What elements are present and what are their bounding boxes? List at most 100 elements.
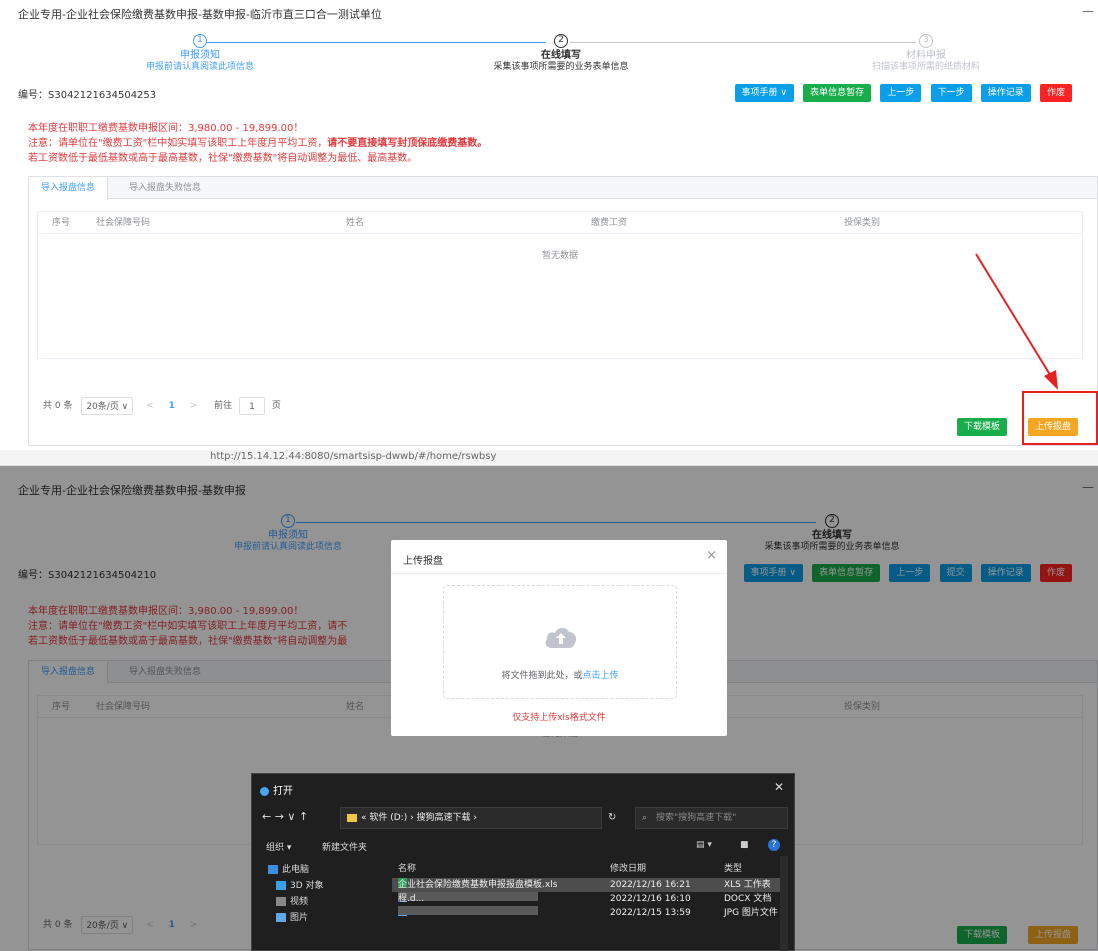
prev-step-button[interactable]: 上一步: [880, 84, 922, 102]
step-desc: 申报前请认真阅读此项信息: [145, 62, 254, 72]
view-options-icon[interactable]: ▤ ▾: [696, 840, 712, 850]
close-icon[interactable]: ×: [706, 548, 717, 563]
nav-pane: 此电脑 3D 对象 视频 图片: [252, 862, 380, 951]
page-size-select[interactable]: 20条/页 ∨: [81, 397, 134, 415]
column-header[interactable]: 类型: [724, 861, 742, 874]
nav-item-3d[interactable]: 3D 对象: [252, 878, 380, 894]
next-page-icon[interactable]: >: [190, 397, 198, 415]
redacted-name: [398, 906, 538, 915]
table-header: 序号 社会保障号码 姓名 缴费工资 投保类别: [38, 212, 1082, 234]
preview-pane-icon[interactable]: ■: [740, 840, 749, 850]
column-header: 姓名: [346, 218, 365, 228]
dropzone-text: 将文件拖到此处，或点击上传: [501, 671, 619, 681]
new-folder-button[interactable]: 新建文件夹: [322, 840, 367, 853]
upload-dropzone[interactable]: 将文件拖到此处，或点击上传: [443, 585, 677, 699]
dialog-title: 打开: [260, 782, 293, 797]
tab-import-failed[interactable]: 导入报盘失败信息: [117, 177, 213, 199]
page-unit-label: 页: [271, 401, 281, 411]
column-header: 缴费工资: [591, 218, 628, 228]
folder-icon: [347, 813, 357, 822]
download-template-button[interactable]: 下载模板: [957, 418, 1008, 436]
step-desc: 扫描该事项所需的纸质材料: [871, 62, 980, 72]
column-header: 社会保障号码: [96, 218, 151, 228]
annotation-highlight-box: [1022, 391, 1098, 445]
scrollbar[interactable]: [780, 856, 788, 951]
top-panel: 企业专用-企业社会保险缴费基数申报-基数申报-临沂市直三口合一测试单位 — 1 …: [0, 0, 1098, 450]
close-icon[interactable]: ✕: [774, 780, 784, 794]
step-title: 在线填写: [541, 50, 581, 61]
divider: [391, 573, 727, 574]
picture-icon: [276, 913, 286, 922]
file-row[interactable]: 2022/12/15 13:59 JPG 图片文件: [392, 906, 788, 920]
data-table: 序号 社会保障号码 姓名 缴费工资 投保类别 暂无数据: [37, 211, 1083, 359]
notice-line: 注意：请单位在"缴费工资"栏中如实填写该职工上年度月平均工资，请不要直接填写封顶…: [28, 138, 488, 149]
save-draft-button[interactable]: 表单信息暂存: [803, 84, 872, 102]
total-count: 共 0 条: [43, 401, 73, 411]
notice-block: 本年度在职职工缴费基数申报区间：3,980.00 - 19,899.00！ 注意…: [28, 121, 487, 166]
column-header: 投保类别: [844, 218, 881, 228]
dialog-toolbar: 组织 ▾ 新建文件夹 ▤ ▾ ■ ?: [252, 836, 796, 856]
goto-page-input[interactable]: 1: [239, 397, 266, 415]
minimize-icon[interactable]: —: [1082, 4, 1094, 18]
address-bar[interactable]: « 软件 (D:) › 搜狗高速下载 ›: [340, 807, 602, 829]
goto-label: 前往: [214, 401, 233, 411]
cloud-upload-icon: [545, 627, 577, 648]
nav-item-this-pc[interactable]: 此电脑: [252, 862, 380, 878]
step-number: 2: [554, 34, 568, 48]
bottom-panel: http://15.14.12.44:8080/smartsisp-dwwb/#…: [0, 450, 1098, 951]
upload-tip: 仅支持上传xls格式文件: [512, 713, 606, 723]
computer-icon: [268, 865, 278, 874]
step-1[interactable]: 1 申报须知 申报前请认真阅读此项信息: [100, 34, 300, 73]
nav-item-pictures[interactable]: 图片: [252, 910, 380, 926]
action-toolbar: 事项手册 ∨ 表单信息暂存 上一步 下一步 操作记录 作废: [729, 84, 1072, 102]
prev-page-icon[interactable]: <: [146, 397, 154, 415]
browser-bar: http://15.14.12.44:8080/smartsisp-dwwb/#…: [0, 450, 1098, 466]
browser-url[interactable]: http://15.14.12.44:8080/smartsisp-dwwb/#…: [210, 451, 496, 462]
window-title: 企业专用-企业社会保险缴费基数申报-基数申报-临沂市直三口合一测试单位: [18, 8, 382, 21]
current-page[interactable]: 1: [169, 397, 175, 415]
column-header[interactable]: 修改日期: [610, 861, 646, 874]
notice-line: 本年度在职职工缴费基数申报区间：3,980.00 - 19,899.00！: [28, 123, 304, 134]
annotation-arrow: [975, 253, 1058, 390]
file-row[interactable]: 程.d... 2022/12/16 16:10 DOCX 文档: [392, 892, 788, 906]
step-title: 申报须知: [180, 50, 220, 61]
search-icon: ⌕: [642, 813, 648, 823]
help-icon[interactable]: ?: [768, 839, 780, 851]
step-number: 3: [919, 34, 933, 48]
next-step-button[interactable]: 下一步: [930, 84, 972, 102]
step-2[interactable]: 2 在线填写 采集该事项所需要的业务表单信息: [461, 34, 661, 73]
column-header: 序号: [52, 218, 71, 228]
file-list: 名称 修改日期 类型 企业社会保险缴费基数申报报盘模板.xls 2022/12/…: [392, 856, 788, 951]
void-button[interactable]: 作废: [1039, 84, 1072, 102]
steps-bar: 1 申报须知 申报前请认真阅读此项信息 2 在线填写 采集该事项所需要的业务表单…: [0, 34, 1098, 88]
chrome-icon: [260, 786, 269, 796]
modal-title: 上传报盘: [403, 556, 443, 567]
search-input[interactable]: ⌕ 搜索"搜狗高速下载": [635, 807, 788, 829]
notice-line: 若工资数低于最低基数或高于最高基数，社保"缴费基数"将自动调整为最低、最高基数。: [28, 153, 418, 164]
step-number: 1: [193, 34, 207, 48]
step-desc: 采集该事项所需要的业务表单信息: [493, 62, 629, 72]
pagination: 共 0 条 20条/页 ∨ < 1 > 前往 1 页: [43, 397, 281, 415]
video-icon: [276, 897, 286, 906]
tab-import-info[interactable]: 导入报盘信息: [29, 177, 109, 200]
upload-modal: 上传报盘 × 将文件拖到此处，或点击上传 仅支持上传xls格式文件: [391, 540, 727, 736]
nav-item-videos[interactable]: 视频: [252, 894, 380, 910]
file-open-dialog: 打开 ✕ ← → ∨ ↑ « 软件 (D:) › 搜狗高速下载 › ↻ ⌕ 搜索"…: [251, 773, 795, 951]
tab-header: 导入报盘信息 导入报盘失败信息: [29, 177, 1097, 200]
refresh-icon[interactable]: ↻: [608, 812, 616, 823]
nav-arrows-icon[interactable]: ← → ∨ ↑: [262, 810, 308, 823]
organize-button[interactable]: 组织 ▾: [266, 840, 291, 853]
column-header[interactable]: 名称: [398, 861, 416, 874]
manual-dropdown-button[interactable]: 事项手册 ∨: [734, 84, 794, 102]
step-title: 材料申报: [906, 50, 946, 61]
empty-text: 暂无数据: [541, 251, 578, 261]
operation-log-button[interactable]: 操作记录: [980, 84, 1031, 102]
file-row[interactable]: 企业社会保险缴费基数申报报盘模板.xls 2022/12/16 16:21 XL…: [392, 878, 788, 892]
file-list-header: 名称 修改日期 类型: [392, 856, 788, 876]
click-upload-link[interactable]: 点击上传: [583, 671, 619, 681]
serial-number: 编号：S3042121634504253: [18, 90, 157, 101]
cube-icon: [276, 881, 286, 890]
tabs-card: 导入报盘信息 导入报盘失败信息 序号 社会保障号码 姓名 缴费工资 投保类别 暂…: [28, 176, 1098, 446]
dialog-nav: ← → ∨ ↑ « 软件 (D:) › 搜狗高速下载 › ↻ ⌕ 搜索"搜狗高速下…: [252, 804, 796, 832]
step-3[interactable]: 3 材料申报 扫描该事项所需的纸质材料: [826, 34, 1026, 73]
